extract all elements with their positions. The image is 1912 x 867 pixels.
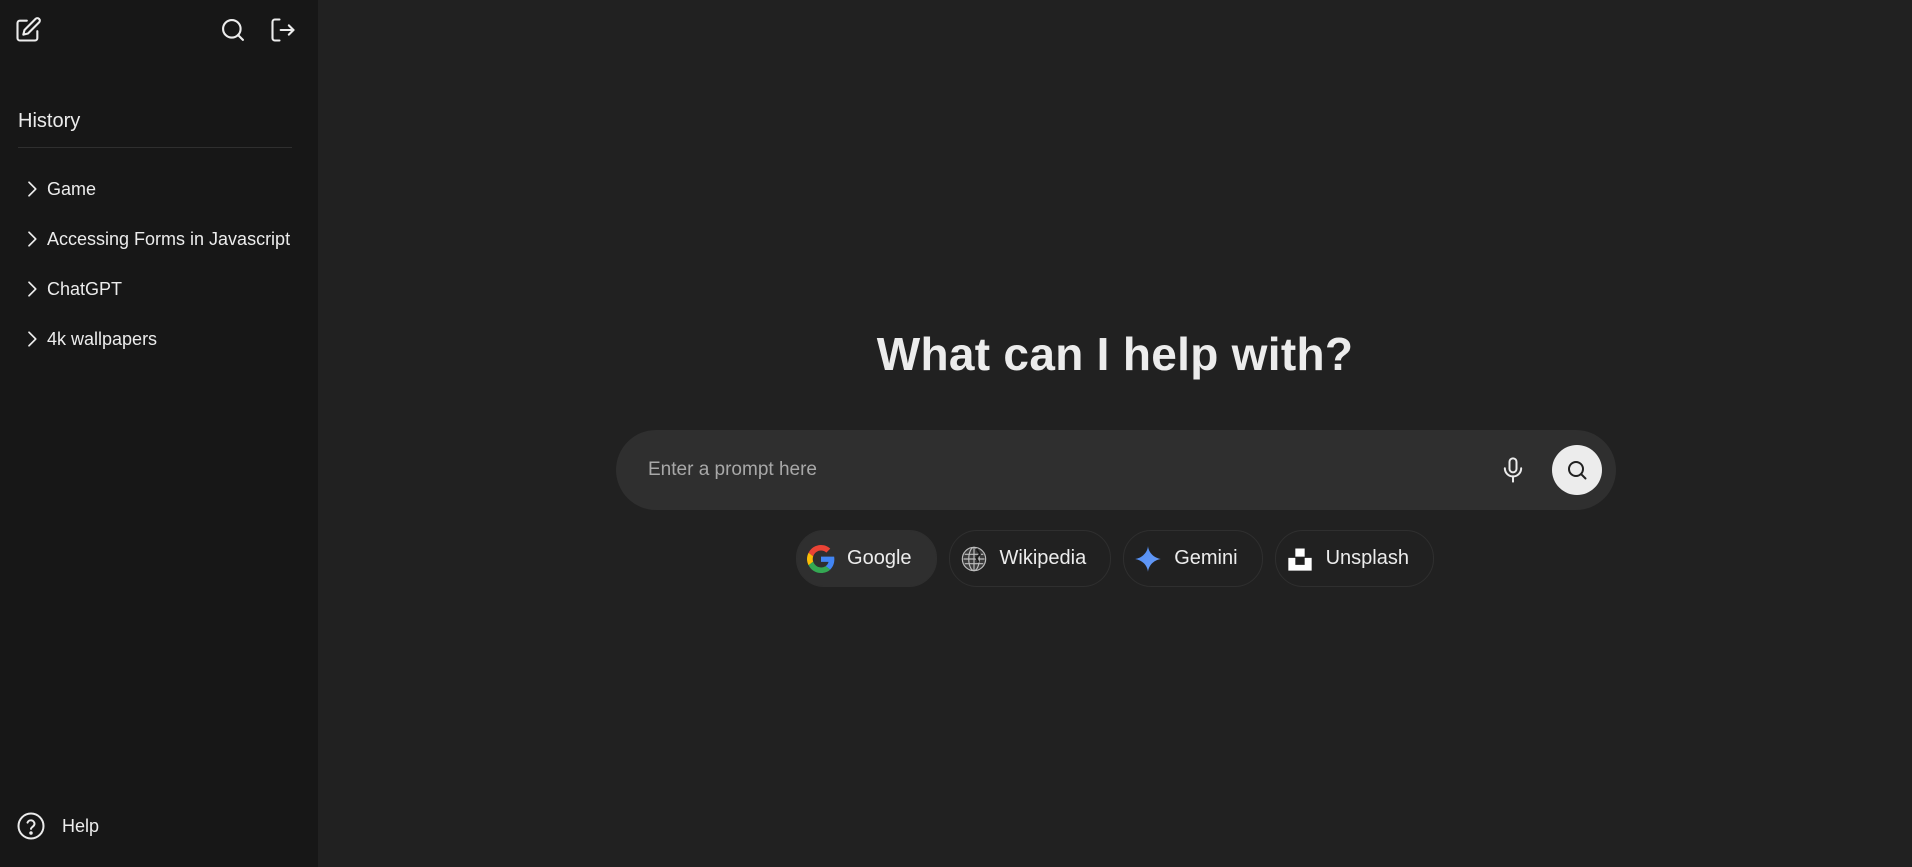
chevron-right-icon (18, 230, 46, 248)
history-divider (18, 147, 292, 148)
engine-gemini-button[interactable]: Gemini (1123, 530, 1263, 587)
history-title: History (18, 110, 81, 132)
history-item[interactable]: Game (18, 164, 308, 214)
prompt-input[interactable] (616, 430, 1496, 510)
page-title: What can I help with? (876, 328, 1354, 380)
history-list: Game Accessing Forms in Javascript ChatG… (18, 164, 308, 364)
engine-unsplash-button[interactable]: Unsplash (1274, 530, 1434, 587)
unsplash-logo-icon (1286, 545, 1314, 573)
app-root: History Game Accessing Forms in Javascri… (0, 0, 1912, 867)
gemini-sparkle-icon (1134, 545, 1162, 573)
search-icon (1568, 461, 1587, 480)
prompt-bar (616, 430, 1616, 510)
engine-google-button[interactable]: Google (796, 530, 937, 587)
help-circle-icon (17, 812, 45, 840)
history-item-label: 4k wallpapers (47, 328, 158, 349)
history-item[interactable]: ChatGPT (18, 264, 308, 314)
edit-icon[interactable] (13, 15, 43, 45)
chevron-right-icon (18, 330, 46, 348)
sidebar: History Game Accessing Forms in Javascri… (0, 0, 318, 867)
engine-label: Gemini (1174, 547, 1238, 569)
help-label: Help (62, 815, 100, 836)
engine-wikipedia-button[interactable]: Wikipedia (948, 530, 1112, 587)
engine-label: Google (847, 547, 912, 569)
history-item-label: ChatGPT (47, 278, 123, 299)
microphone-icon[interactable] (1496, 453, 1530, 487)
sidebar-toolbar (0, 0, 318, 62)
history-item[interactable]: 4k wallpapers (18, 314, 308, 364)
logout-icon[interactable] (268, 15, 298, 45)
engine-selector: Google Wikipedia Gemini Unsplash (318, 530, 1912, 587)
engine-label: Unsplash (1325, 547, 1409, 569)
wikipedia-globe-icon (960, 545, 988, 573)
history-item-label: Game (47, 178, 97, 199)
main-area: What can I help with? Enter a prompt her… (318, 0, 1912, 867)
help-button[interactable]: Help (16, 810, 99, 842)
chevron-right-icon (18, 280, 46, 298)
history-item[interactable]: Accessing Forms in Javascript (18, 214, 308, 264)
submit-search-button[interactable] (1552, 445, 1602, 495)
engine-label: Wikipedia (999, 547, 1087, 569)
chevron-right-icon (18, 180, 46, 198)
history-item-label: Accessing Forms in Javascript (47, 228, 291, 249)
search-icon[interactable] (218, 15, 248, 45)
google-logo-icon (807, 544, 835, 573)
